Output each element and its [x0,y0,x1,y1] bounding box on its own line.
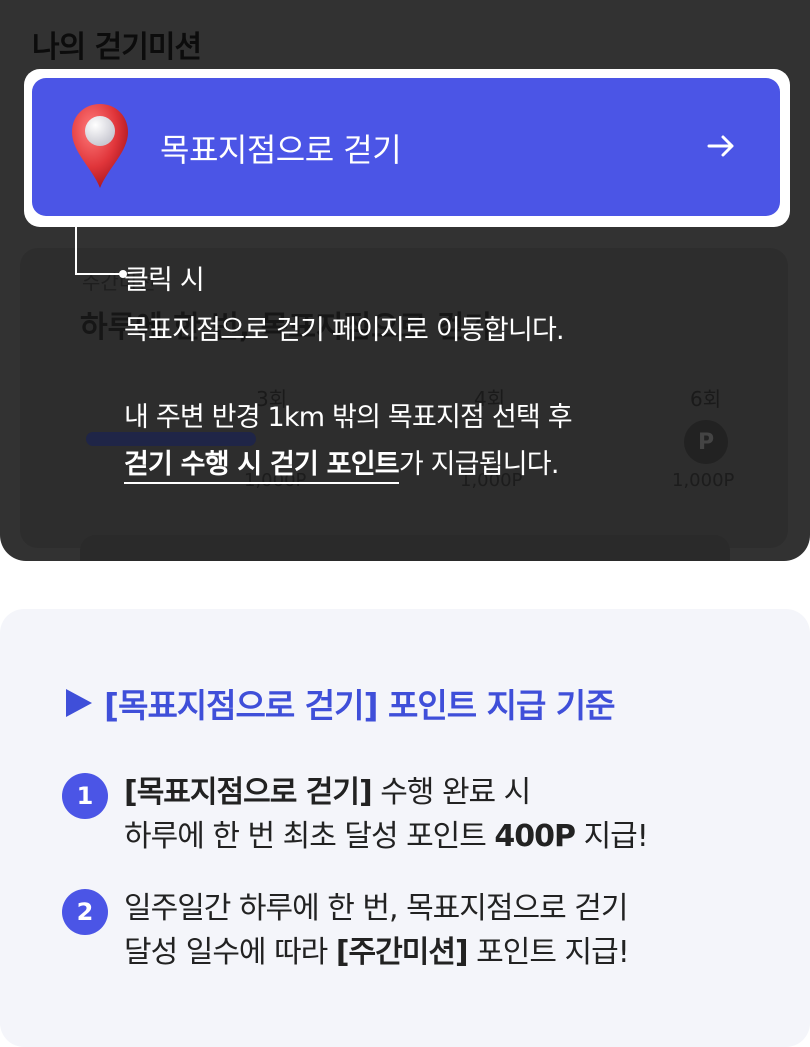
tooltip-connector-line [75,227,123,275]
walk-to-destination-button[interactable]: 목표지점으로 걷기 [32,78,780,216]
tooltip-title: 클릭 시 [124,265,205,296]
point-criteria-card: [목표지점으로 걷기] 포인트 지급 기준 1 [목표지점으로 걷기] 수행 완… [0,609,810,1047]
criteria-emphasis: [목표지점으로 걷기] [124,775,373,810]
criteria-emphasis: 400P [494,819,576,854]
number-badge: 1 [62,773,108,819]
tooltip-line-rest: 가 지급됩니다. [398,449,560,480]
criteria-item: 1 [목표지점으로 걷기] 수행 완료 시 하루에 한 번 최초 달성 포인트 … [62,771,649,859]
milestone-count: 6회 [690,387,722,411]
play-triangle-icon [66,689,92,717]
map-pin-icon [72,104,128,188]
tooltip-line: 내 주변 반경 1km 밖의 목표지점 선택 후 [124,402,573,433]
number-badge: 2 [62,889,108,935]
criteria-text: 일주일간 하루에 한 번, 목표지점으로 걷기 [124,891,628,926]
criteria-heading: [목표지점으로 걷기] 포인트 지급 기준 [64,679,616,727]
criteria-text: 포인트 지급! [467,935,630,970]
criteria-item: 2 일주일간 하루에 한 번, 목표지점으로 걷기 달성 일수에 따라 [주간미… [62,887,630,975]
point-coin-icon: P [684,420,728,464]
criteria-emphasis: [주간미션] [335,935,469,970]
tooltip-line: 목표지점으로 걷기 페이지로 이동합니다. [124,315,565,346]
criteria-text: 하루에 한 번 최초 달성 포인트 [124,819,495,854]
onboarding-overlay: 나의 걷기미션 주간미션 하루에 한 번, 목표지점으로 걷기 3회 4회 6회… [0,0,810,561]
tooltip-emphasis: 걷기 수행 시 걷기 포인트 [124,449,400,484]
criteria-heading-text: [목표지점으로 걷기] 포인트 지급 기준 [104,686,616,725]
section-title: 나의 걷기미션 [32,30,202,65]
criteria-text: 수행 완료 시 [371,775,531,810]
cta-label: 목표지점으로 걷기 [160,131,402,169]
criteria-text: 지급! [575,819,649,854]
tooltip-line: 걷기 수행 시 걷기 포인트가 지급됩니다. [124,442,560,484]
milestone-point: 1,000P [672,470,735,491]
criteria-text: 달성 일수에 따라 [124,935,336,970]
arrow-right-icon [707,135,734,157]
weekly-mission-inner-card [80,535,730,561]
criteria-item-text: [목표지점으로 걷기] 수행 완료 시 하루에 한 번 최초 달성 포인트 40… [124,771,649,859]
criteria-item-text: 일주일간 하루에 한 번, 목표지점으로 걷기 달성 일수에 따라 [주간미션]… [124,887,630,975]
